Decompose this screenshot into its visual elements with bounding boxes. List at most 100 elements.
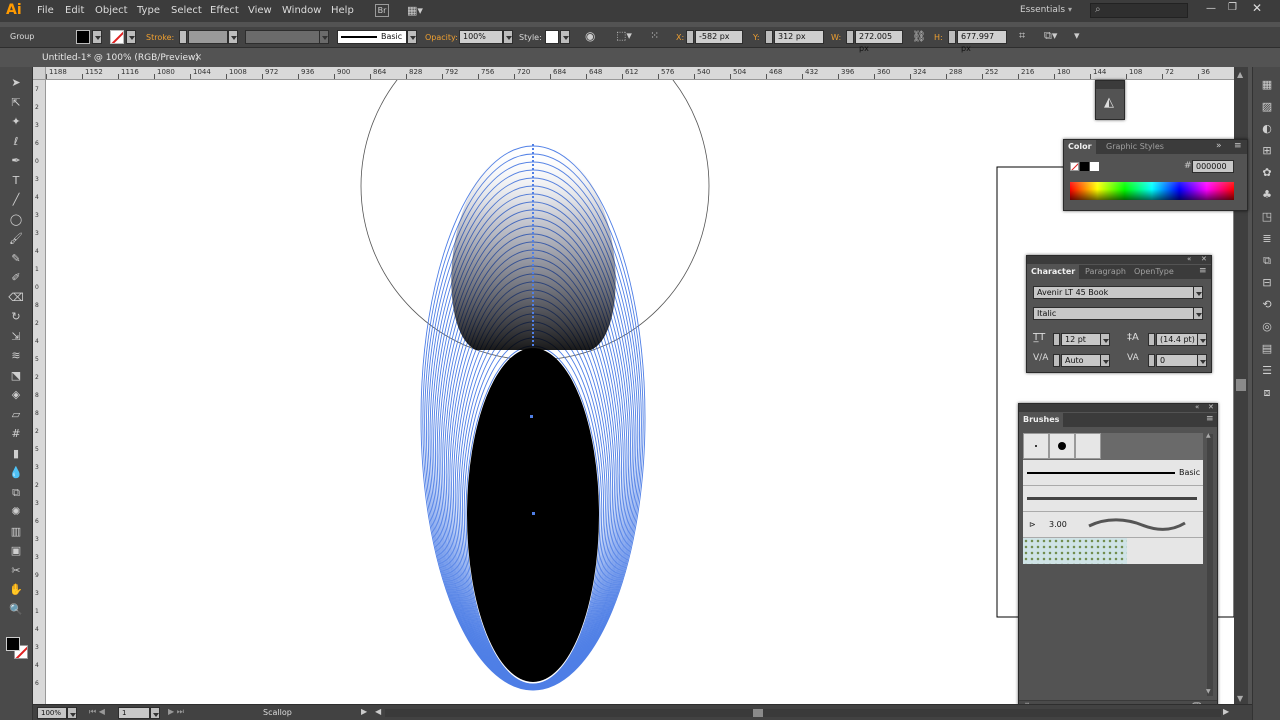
- graphic-style-swatch[interactable]: [545, 30, 559, 44]
- scroll-up-icon[interactable]: ▲: [1237, 70, 1243, 79]
- recolor-artwork-icon[interactable]: ◉: [585, 29, 595, 43]
- swatches-icon[interactable]: ⊞: [1259, 143, 1275, 159]
- menu-window[interactable]: Window: [282, 5, 321, 16]
- h-scroll-thumb[interactable]: [753, 709, 763, 717]
- hand-icon[interactable]: ✋: [8, 582, 24, 598]
- scale-icon[interactable]: ⇲: [8, 329, 24, 345]
- menu-object[interactable]: Object: [95, 5, 128, 16]
- font-size-dropdown[interactable]: [1100, 333, 1110, 346]
- lasso-icon[interactable]: ℓ: [8, 134, 24, 150]
- arrange-documents-icon[interactable]: ▦▾: [407, 4, 427, 17]
- gradient-icon[interactable]: ▮: [8, 446, 24, 462]
- menu-effect[interactable]: Effect: [210, 5, 239, 16]
- brush-calligraphic-small[interactable]: [1023, 433, 1049, 459]
- font-style-select[interactable]: Italic: [1033, 307, 1198, 320]
- chevron-down-icon[interactable]: ▾: [1068, 5, 1072, 14]
- eyedropper-icon[interactable]: 💧: [8, 465, 24, 481]
- tab-opentype[interactable]: OpenType: [1130, 265, 1178, 279]
- blob-brush-icon[interactable]: ✐: [8, 270, 24, 286]
- align-icon[interactable]: ⊟: [1259, 275, 1275, 291]
- brushes-dock-icon[interactable]: ✿: [1259, 165, 1275, 181]
- tab-graphic-styles[interactable]: Graphic Styles: [1102, 140, 1168, 154]
- transform-dock-icon[interactable]: ⟲: [1259, 297, 1275, 313]
- type-tool-icon[interactable]: T: [8, 173, 24, 189]
- leading-dropdown[interactable]: [1197, 333, 1207, 346]
- stroke-weight-dropdown[interactable]: [228, 30, 238, 44]
- transparency-icon[interactable]: ▤: [1259, 341, 1275, 357]
- kerning-dropdown[interactable]: [1100, 354, 1110, 367]
- opacity-input[interactable]: 100%: [459, 30, 503, 44]
- stroke-weight-input[interactable]: [188, 30, 228, 44]
- graphic-styles-icon[interactable]: ◳: [1259, 209, 1275, 225]
- slice-icon[interactable]: ✂: [8, 563, 24, 579]
- rotate-icon[interactable]: ↻: [8, 309, 24, 325]
- scroll-down-icon[interactable]: ▼: [1237, 694, 1243, 703]
- color-guide-icon[interactable]: ▦: [1259, 77, 1275, 93]
- font-family-dropdown[interactable]: [1193, 286, 1203, 299]
- blend-icon[interactable]: ⧉: [8, 485, 24, 501]
- perspective-icon[interactable]: ▱: [8, 407, 24, 423]
- free-transform-icon[interactable]: ⬔: [8, 368, 24, 384]
- isolate-group-icon[interactable]: ⧉▾: [1044, 29, 1057, 43]
- leading-input[interactable]: (14.4 pt): [1156, 333, 1198, 346]
- brush-calligraphic-large[interactable]: [1049, 433, 1075, 459]
- white-swatch[interactable]: [1090, 162, 1099, 171]
- zoom-input[interactable]: 100%: [37, 707, 67, 719]
- artboard-dropdown[interactable]: [150, 707, 160, 719]
- brush-charcoal[interactable]: [1023, 486, 1203, 512]
- gradient-dock-icon[interactable]: ▨: [1259, 99, 1275, 115]
- none-swatch[interactable]: [1070, 162, 1079, 171]
- x-stepper[interactable]: [686, 30, 694, 44]
- zoom-dropdown[interactable]: [67, 707, 77, 719]
- gradient-icon[interactable]: ◭: [1104, 95, 1114, 110]
- panel-menu-icon[interactable]: ≡: [1206, 414, 1214, 424]
- style-dropdown[interactable]: [560, 30, 570, 44]
- vertical-ruler[interactable]: 7 2 3 6 0 3 4 3 3 4 1 0 8 2 4 5 2 8 8 2 5 3 2 3 6 3 3 9 3 1 4 3 4 6: [33, 80, 46, 704]
- tab-paragraph[interactable]: Paragraph: [1081, 265, 1130, 279]
- kerning-input[interactable]: Auto: [1061, 354, 1101, 367]
- collapse-panel-icon[interactable]: »: [1216, 141, 1222, 151]
- opacity-label[interactable]: Opacity:: [425, 33, 458, 42]
- constrain-proportions-icon[interactable]: ⛓: [912, 30, 926, 43]
- font-size-input[interactable]: 12 pt: [1061, 333, 1101, 346]
- appearance-icon[interactable]: ◐: [1259, 121, 1275, 137]
- stroke-swatch[interactable]: [110, 30, 124, 44]
- brushes-scrollbar[interactable]: ▲ ▼: [1206, 432, 1213, 696]
- panel-menu-icon[interactable]: ≡: [1234, 141, 1242, 151]
- x-input[interactable]: -582 px: [695, 30, 743, 44]
- zoom-icon[interactable]: 🔍: [8, 602, 24, 618]
- pencil-icon[interactable]: ✎: [8, 251, 24, 267]
- control-panel-menu-icon[interactable]: ▾: [1074, 29, 1080, 42]
- artboards-icon[interactable]: ⧉: [1259, 253, 1275, 269]
- close-panel-icon[interactable]: ✕: [1201, 255, 1207, 263]
- brush-basic[interactable]: Basic: [1023, 460, 1203, 486]
- artboard-input[interactable]: 1: [118, 707, 150, 719]
- tab-character[interactable]: Character: [1027, 265, 1080, 279]
- scroll-right-icon[interactable]: ▶: [1223, 707, 1229, 716]
- menu-select[interactable]: Select: [171, 5, 202, 16]
- status-menu-icon[interactable]: ▶: [361, 707, 367, 716]
- selection-tool-icon[interactable]: ➤: [8, 75, 24, 91]
- align-to-icon[interactable]: ⬚▾: [616, 29, 632, 42]
- stroke-dock-icon[interactable]: ☰: [1259, 363, 1275, 379]
- minimize-icon[interactable]: —: [1206, 3, 1216, 14]
- brush-calligraphic-thin[interactable]: [1075, 433, 1101, 459]
- tracking-stepper[interactable]: [1148, 354, 1155, 367]
- next-artboard-icon[interactable]: ▶ ⏭: [168, 707, 184, 717]
- black-swatch[interactable]: [1080, 162, 1089, 171]
- scroll-left-icon[interactable]: ◀: [375, 707, 381, 716]
- menu-view[interactable]: View: [248, 5, 272, 16]
- tab-color[interactable]: Color: [1064, 140, 1096, 154]
- brush-art-size[interactable]: ⊳ 3.00: [1023, 512, 1203, 538]
- symbol-sprayer-icon[interactable]: ✺: [8, 504, 24, 520]
- artboard-icon[interactable]: ▣: [8, 543, 24, 559]
- direct-selection-icon[interactable]: ⇱: [8, 95, 24, 111]
- magic-wand-icon[interactable]: ✦: [8, 114, 24, 130]
- pathfinder-icon[interactable]: ◎: [1259, 319, 1275, 335]
- y-stepper[interactable]: [765, 30, 773, 44]
- pen-tool-icon[interactable]: ✒: [8, 153, 24, 169]
- font-style-dropdown[interactable]: [1193, 307, 1203, 320]
- reference-point-icon[interactable]: ⁙: [650, 29, 659, 42]
- layers-icon[interactable]: ≣: [1259, 231, 1275, 247]
- search-input[interactable]: ⌕: [1090, 3, 1188, 18]
